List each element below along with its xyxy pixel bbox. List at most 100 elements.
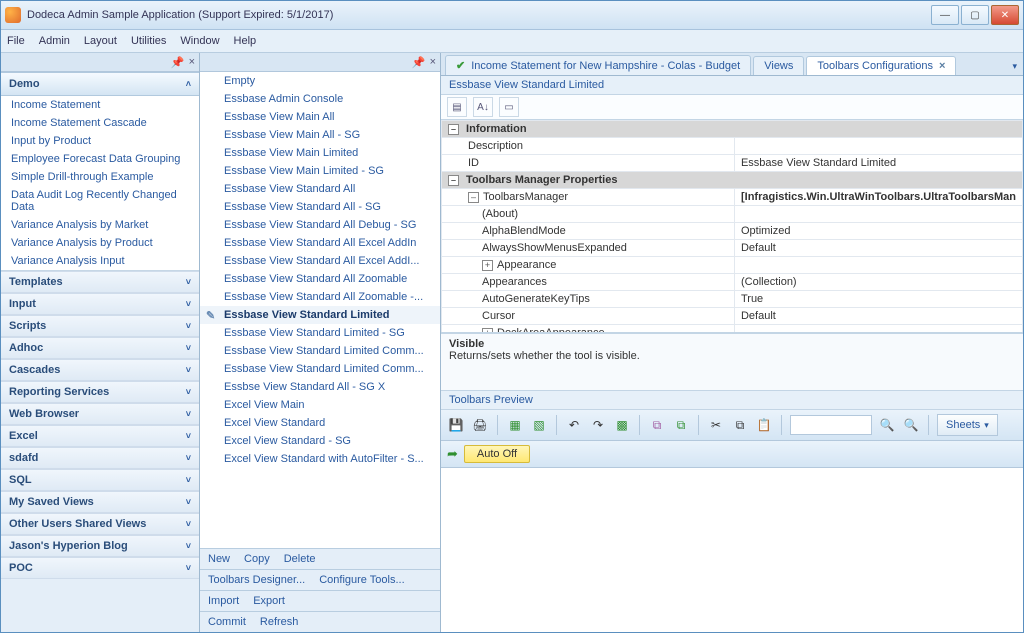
sidebar-item[interactable]: Input by Product: [1, 132, 199, 150]
center-close-icon[interactable]: ×: [430, 56, 436, 68]
paste-sheet-icon[interactable]: ⧉: [672, 416, 690, 434]
list-item[interactable]: Excel View Standard with AutoFilter - S.…: [200, 450, 440, 468]
list-item[interactable]: Essbase View Standard All Zoomable -...: [200, 288, 440, 306]
menu-admin[interactable]: Admin: [39, 35, 70, 47]
excel-export-icon[interactable]: ▦: [506, 416, 524, 434]
preview-toolbar-row1: 💾 🖨 ▦ ▧ ↶ ↷ ▩ ⧉ ⧉ ✂ ⧉: [441, 410, 1023, 441]
check-icon: ✔: [456, 59, 465, 72]
menu-file[interactable]: File: [7, 35, 25, 47]
sidebar-category[interactable]: sdafd˅: [1, 447, 199, 469]
maximize-button[interactable]: ▢: [961, 5, 989, 25]
sidebar-category[interactable]: Adhoc˅: [1, 337, 199, 359]
list-item[interactable]: Essbase Admin Console: [200, 90, 440, 108]
list-item[interactable]: Essbase View Standard All Excel AddIn: [200, 234, 440, 252]
sidebar-category[interactable]: Cascades˅: [1, 359, 199, 381]
sidebar-category[interactable]: Excel˅: [1, 425, 199, 447]
tab-toolbars-configurations[interactable]: Toolbars Configurations ×: [806, 56, 956, 75]
save-icon[interactable]: 💾: [447, 416, 465, 434]
sidebar-category[interactable]: Other Users Shared Views˅: [1, 513, 199, 535]
new-button[interactable]: New: [208, 553, 230, 565]
list-item[interactable]: Excel View Main: [200, 396, 440, 414]
list-item[interactable]: Essbse View Standard All - SG X: [200, 378, 440, 396]
delete-button[interactable]: Delete: [284, 553, 316, 565]
excel-open-icon[interactable]: ▧: [530, 416, 548, 434]
copy-icon[interactable]: ⧉: [731, 416, 749, 434]
list-item[interactable]: Essbase View Main Limited: [200, 144, 440, 162]
sidebar-item[interactable]: Variance Analysis Input: [1, 252, 199, 270]
list-item[interactable]: Essbase View Main All: [200, 108, 440, 126]
import-button[interactable]: Import: [208, 595, 239, 607]
tab-close-icon[interactable]: ×: [939, 60, 945, 72]
print-icon[interactable]: 🖨: [471, 416, 489, 434]
sidebar-category[interactable]: Templates˅: [1, 271, 199, 293]
preview-title: Toolbars Preview: [441, 390, 1023, 410]
list-item[interactable]: Essbase View Standard All Zoomable: [200, 270, 440, 288]
zoom-in-icon[interactable]: 🔍: [878, 416, 896, 434]
sidebar-category[interactable]: POC˅: [1, 557, 199, 579]
tab-income-statement[interactable]: ✔ Income Statement for New Hampshire - C…: [445, 55, 751, 75]
sidebar-category[interactable]: Web Browser˅: [1, 403, 199, 425]
sidebar-item[interactable]: Employee Forecast Data Grouping: [1, 150, 199, 168]
list-item[interactable]: Essbase View Standard All Excel AddI...: [200, 252, 440, 270]
pin-icon[interactable]: 📌: [171, 56, 185, 69]
actions-row-1: New Copy Delete: [200, 548, 440, 569]
list-item[interactable]: Essbase View Standard Limited: [200, 306, 440, 324]
sidebar-item[interactable]: Income Statement Cascade: [1, 114, 199, 132]
list-item[interactable]: Essbase View Standard All: [200, 180, 440, 198]
export-button[interactable]: Export: [253, 595, 285, 607]
close-button[interactable]: ✕: [991, 5, 1019, 25]
list-item[interactable]: Essbase View Main All - SG: [200, 126, 440, 144]
list-item[interactable]: Essbase View Standard All Debug - SG: [200, 216, 440, 234]
sidebar-category[interactable]: Input˅: [1, 293, 199, 315]
list-item[interactable]: Empty: [200, 72, 440, 90]
list-item[interactable]: Excel View Standard - SG: [200, 432, 440, 450]
sidebar-category[interactable]: Jason's Hyperion Blog˅: [1, 535, 199, 557]
center-pin-icon[interactable]: 📌: [412, 56, 426, 69]
menu-layout[interactable]: Layout: [84, 35, 117, 47]
propertypages-icon[interactable]: ▭: [499, 97, 519, 117]
tab-views[interactable]: Views: [753, 56, 804, 75]
configure-tools-button[interactable]: Configure Tools...: [319, 574, 404, 586]
sidebar-item[interactable]: Income Statement: [1, 96, 199, 114]
sheets-dropdown[interactable]: Sheets ▾: [937, 414, 998, 436]
auto-off-button[interactable]: Auto Off: [464, 445, 530, 463]
minimize-button[interactable]: —: [931, 5, 959, 25]
nav-header-demo[interactable]: Demo ˄: [1, 72, 199, 96]
sidebar-item[interactable]: Variance Analysis by Market: [1, 216, 199, 234]
list-item[interactable]: Essbase View Standard Limited Comm...: [200, 360, 440, 378]
go-icon[interactable]: ➦: [447, 446, 458, 462]
app-icon: [5, 7, 21, 23]
menu-utilities[interactable]: Utilities: [131, 35, 166, 47]
menu-help[interactable]: Help: [234, 35, 257, 47]
commit-button[interactable]: Commit: [208, 616, 246, 628]
categorize-icon[interactable]: ▤: [447, 97, 467, 117]
sidebar-item[interactable]: Simple Drill-through Example: [1, 168, 199, 186]
sidebar-item[interactable]: Data Audit Log Recently Changed Data: [1, 186, 199, 216]
sidebar-category[interactable]: Scripts˅: [1, 315, 199, 337]
list-item[interactable]: Essbase View Standard All - SG: [200, 198, 440, 216]
toolbars-designer-button[interactable]: Toolbars Designer...: [208, 574, 305, 586]
menu-window[interactable]: Window: [180, 35, 219, 47]
zoom-out-icon[interactable]: 🔍: [902, 416, 920, 434]
refresh-button[interactable]: Refresh: [260, 616, 299, 628]
list-item[interactable]: Essbase View Standard Limited - SG: [200, 324, 440, 342]
list-item[interactable]: Excel View Standard: [200, 414, 440, 432]
zoom-combo[interactable]: [790, 415, 872, 435]
list-item[interactable]: Essbase View Main Limited - SG: [200, 162, 440, 180]
sidebar-category[interactable]: Reporting Services˅: [1, 381, 199, 403]
property-grid[interactable]: – InformationDescriptionIDEssbase View S…: [441, 120, 1023, 333]
copy-sheet-icon[interactable]: ⧉: [648, 416, 666, 434]
sort-az-icon[interactable]: A↓: [473, 97, 493, 117]
paste-icon[interactable]: 📋: [755, 416, 773, 434]
excel-icon[interactable]: ▩: [613, 416, 631, 434]
sidebar-item[interactable]: Variance Analysis by Product: [1, 234, 199, 252]
tabs-menu-icon[interactable]: ▾: [1012, 61, 1017, 72]
redo-icon[interactable]: ↷: [589, 416, 607, 434]
sidebar-category[interactable]: SQL˅: [1, 469, 199, 491]
cut-icon[interactable]: ✂: [707, 416, 725, 434]
list-item[interactable]: Essbase View Standard Limited Comm...: [200, 342, 440, 360]
undo-icon[interactable]: ↶: [565, 416, 583, 434]
copy-button[interactable]: Copy: [244, 553, 270, 565]
sidebar-category[interactable]: My Saved Views˅: [1, 491, 199, 513]
nav-close-icon[interactable]: ×: [189, 56, 195, 68]
